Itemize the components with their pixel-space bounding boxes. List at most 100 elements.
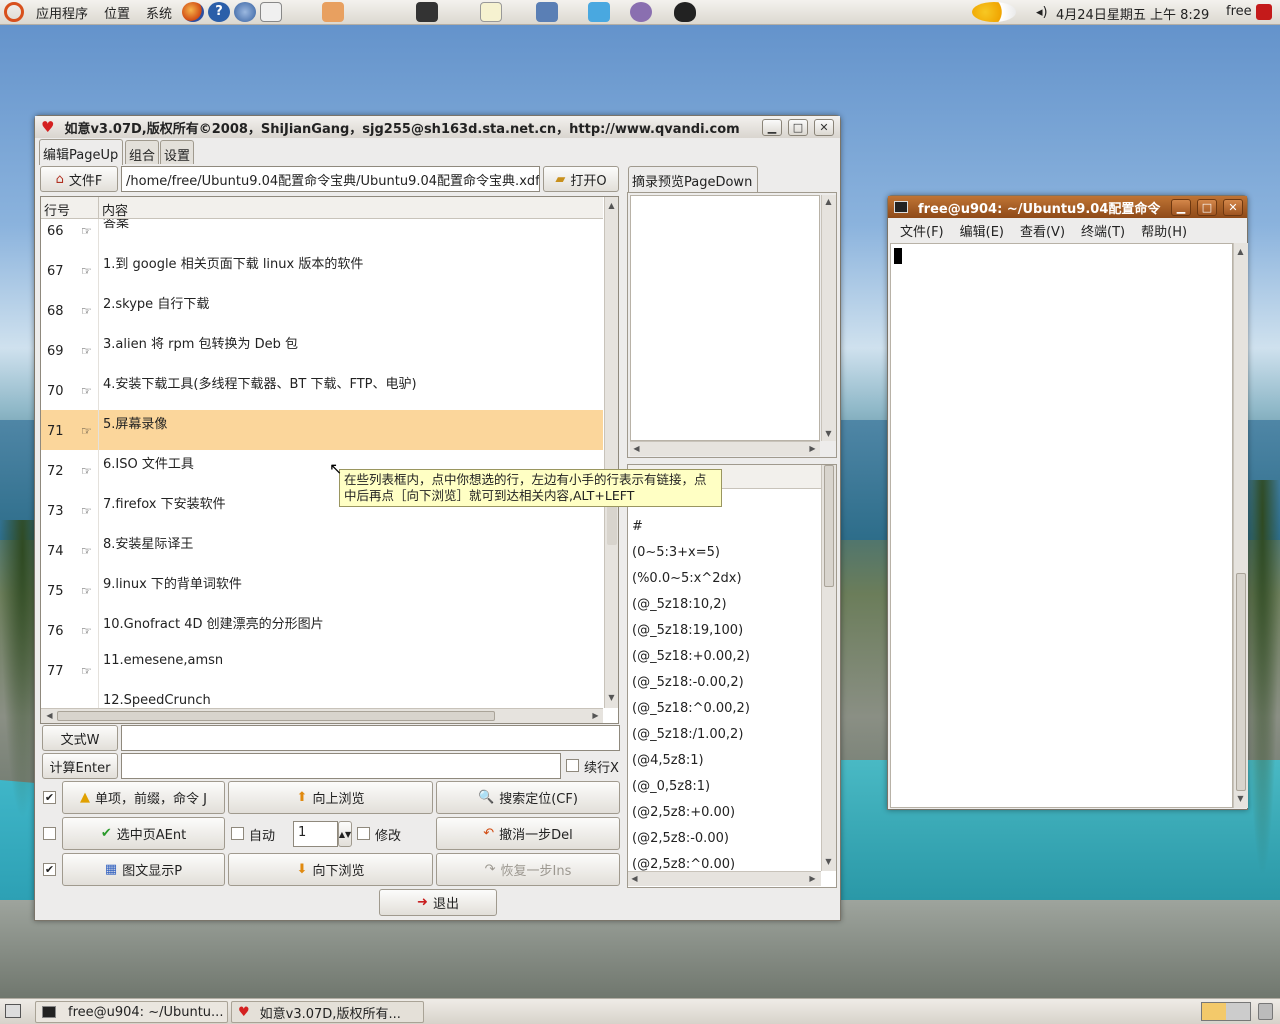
continue-checkbox[interactable] bbox=[566, 759, 579, 772]
scroll-up-arrow-icon[interactable]: ▲ bbox=[605, 199, 618, 212]
panel-clock[interactable]: 4月24日星期五 上午 8:29 bbox=[1056, 4, 1209, 23]
list-item[interactable]: (@2,5z8:^0.00) bbox=[632, 857, 735, 871]
table-row[interactable]: 66 ☞ bbox=[41, 219, 603, 250]
scroll-down-arrow-icon[interactable]: ▼ bbox=[1234, 792, 1247, 805]
terminal-scroll-thumb[interactable] bbox=[1236, 573, 1246, 791]
path-field[interactable]: /home/free/Ubuntu9.04配置命令宝典/Ubuntu9.04配置… bbox=[121, 166, 540, 192]
scroll-left-arrow-icon[interactable]: ◀ bbox=[628, 872, 641, 885]
list-item[interactable]: # bbox=[632, 519, 643, 534]
undo-button[interactable]: ↶ 撤消一步Del bbox=[436, 817, 620, 850]
formula-button[interactable]: 文式W bbox=[42, 725, 118, 751]
browse-down-button[interactable]: ⬇ 向下浏览 bbox=[228, 853, 433, 886]
home-folder-icon[interactable] bbox=[322, 2, 345, 22]
scroll-right-arrow-icon[interactable]: ▶ bbox=[806, 442, 819, 455]
list-item[interactable]: (@_5z18:-0.00,2) bbox=[632, 675, 744, 690]
menu-places[interactable]: 位置 bbox=[96, 3, 138, 22]
tab-combine[interactable]: 组合 bbox=[125, 140, 159, 164]
table-row[interactable]: 74 ☞ 8.安装星际译王 bbox=[41, 530, 603, 570]
list-item[interactable]: (@_5z18:+0.00,2) bbox=[632, 649, 750, 664]
qq-penguin-icon[interactable] bbox=[674, 2, 697, 22]
ubuntu-logo-icon[interactable] bbox=[4, 2, 24, 22]
list-item[interactable]: (%0.0~5:x^2dx) bbox=[632, 571, 742, 586]
header-line-number[interactable]: 行号 bbox=[44, 200, 70, 219]
scroll-up-arrow-icon[interactable]: ▲ bbox=[822, 195, 835, 208]
table-row[interactable]: 70 ☞ 4.安装下载工具(多线程下载器、BT 下载、FTP、电驴) bbox=[41, 370, 603, 410]
terminal-screen[interactable] bbox=[890, 243, 1233, 808]
scroll-down-arrow-icon[interactable]: ▼ bbox=[822, 427, 835, 440]
hscroll-thumb[interactable] bbox=[57, 711, 495, 721]
maximize-button[interactable]: □ bbox=[788, 119, 808, 136]
graphic-checkbox[interactable]: ✔ bbox=[43, 863, 56, 876]
graphic-button[interactable]: ▦ 图文显示P bbox=[62, 853, 225, 886]
trash-icon[interactable] bbox=[1258, 1003, 1273, 1020]
terminal-menu-view[interactable]: 查看(V) bbox=[1020, 221, 1065, 240]
menu-system[interactable]: 系统 bbox=[138, 3, 180, 22]
list-item[interactable]: (@_5z18:19,100) bbox=[632, 623, 743, 638]
preview-vscrollbar[interactable]: ▲ ▼ bbox=[821, 195, 836, 441]
modify-checkbox[interactable] bbox=[357, 827, 370, 840]
table-row[interactable]: 69 ☞ 3.alien 将 rpm 包转换为 Deb 包 bbox=[41, 330, 603, 370]
search-button[interactable]: 🔍 搜索定位(CF) bbox=[436, 781, 620, 814]
table-row[interactable]: 75 ☞ 9.linux 下的背单词软件 bbox=[41, 570, 603, 610]
preview-hscrollbar[interactable]: ◀ ▶ bbox=[630, 441, 820, 456]
formula-input[interactable] bbox=[121, 725, 620, 751]
list-item[interactable]: (@_5z18:^0.00,2) bbox=[632, 701, 750, 716]
terminal-launcher-icon[interactable] bbox=[416, 2, 439, 22]
show-desktop-icon[interactable] bbox=[5, 1004, 21, 1018]
terminal-titlebar[interactable]: free@u904: ~/Ubuntu9.04配置命令 bbox=[888, 196, 1247, 218]
scroll-up-arrow-icon[interactable]: ▲ bbox=[1234, 245, 1247, 258]
browse-up-button[interactable]: ⬆ 向上浏览 bbox=[228, 781, 433, 814]
terminal-vscrollbar[interactable]: ▲ ▼ bbox=[1233, 243, 1248, 808]
scroll-right-arrow-icon[interactable]: ▶ bbox=[806, 872, 819, 885]
terminal-close-button[interactable]: ✕ bbox=[1223, 199, 1243, 216]
taskbar-terminal[interactable]: free@u904: ~/Ubuntu... bbox=[35, 1001, 228, 1023]
table-row-selected[interactable]: 71 ☞ 5.屏幕录像 bbox=[41, 410, 603, 450]
list-item[interactable]: (@2,5z8:-0.00) bbox=[632, 831, 729, 846]
app-titlebar[interactable]: ♥ 如意v3.07D,版权所有©2008，ShiJianGang，sjg255@… bbox=[35, 116, 840, 138]
pidgin-icon[interactable] bbox=[630, 2, 653, 22]
list-item[interactable]: (@4,5z8:1) bbox=[632, 753, 704, 768]
calc-input[interactable] bbox=[121, 753, 561, 779]
single-button[interactable]: ▲ 单项，前缀，命令 J bbox=[62, 781, 225, 814]
scroll-right-arrow-icon[interactable]: ▶ bbox=[589, 709, 602, 722]
select-page-checkbox[interactable] bbox=[43, 827, 56, 840]
help-icon[interactable]: ? bbox=[208, 2, 231, 22]
table-hscrollbar[interactable]: ◀ ▶ bbox=[41, 708, 603, 723]
minimize-button[interactable]: ▁ bbox=[762, 119, 782, 136]
table-row[interactable]: 76 ☞ 10.Gnofract 4D 创建漂亮的分形图片 bbox=[41, 610, 603, 650]
workspace-switcher[interactable] bbox=[1201, 1002, 1251, 1021]
weather-icon[interactable] bbox=[972, 2, 1016, 22]
list-hscrollbar[interactable]: ◀ ▶ bbox=[628, 871, 821, 886]
calc-button[interactable]: 计算Enter bbox=[42, 753, 118, 779]
single-checkbox[interactable]: ✔ bbox=[43, 791, 56, 804]
scroll-down-arrow-icon[interactable]: ▼ bbox=[605, 691, 618, 704]
terminal-menu-terminal[interactable]: 终端(T) bbox=[1081, 221, 1125, 240]
tab-edit[interactable]: 编辑PageUp bbox=[39, 139, 123, 165]
list-item[interactable]: (0~5:3+x=5) bbox=[632, 545, 720, 560]
terminal-minimize-button[interactable]: ▁ bbox=[1171, 199, 1191, 216]
scroll-left-arrow-icon[interactable]: ◀ bbox=[43, 709, 56, 722]
menu-applications[interactable]: 应用程序 bbox=[28, 3, 96, 22]
scroll-left-arrow-icon[interactable]: ◀ bbox=[630, 442, 643, 455]
select-page-button[interactable]: ✔ 选中页AEnt bbox=[62, 817, 225, 850]
spin-stepper[interactable]: ▲▼ bbox=[338, 821, 352, 847]
tab-preview[interactable]: 摘录预览PageDown bbox=[628, 166, 758, 192]
close-button[interactable]: ✕ bbox=[814, 119, 834, 136]
scroll-down-arrow-icon[interactable]: ▼ bbox=[822, 855, 835, 868]
table-row[interactable]: 67 ☞ 1.到 google 相关页面下载 linux 版本的软件 bbox=[41, 250, 603, 290]
terminal-menu-help[interactable]: 帮助(H) bbox=[1141, 221, 1187, 240]
list-item[interactable]: (@_5z18:10,2) bbox=[632, 597, 727, 612]
notes-icon[interactable] bbox=[480, 2, 503, 22]
terminal-menu-edit[interactable]: 编辑(E) bbox=[960, 221, 1004, 240]
tab-settings[interactable]: 设置 bbox=[160, 140, 194, 164]
list-item[interactable]: (@_0,5z8:1) bbox=[632, 779, 710, 794]
table-vscrollbar[interactable]: ▲ ▼ bbox=[604, 197, 618, 708]
firefox-icon[interactable] bbox=[182, 2, 205, 22]
terminal-maximize-button[interactable]: □ bbox=[1197, 199, 1217, 216]
list-vscrollbar[interactable]: ▼ bbox=[821, 465, 836, 871]
header-content[interactable]: 内容 bbox=[102, 200, 128, 219]
open-button[interactable]: ▰ 打开O bbox=[543, 166, 619, 192]
redo-button[interactable]: ↷ 恢复一步Ins bbox=[436, 853, 620, 886]
list-scroll-thumb[interactable] bbox=[824, 465, 834, 587]
exit-button[interactable]: ➜ 退出 bbox=[379, 889, 497, 916]
